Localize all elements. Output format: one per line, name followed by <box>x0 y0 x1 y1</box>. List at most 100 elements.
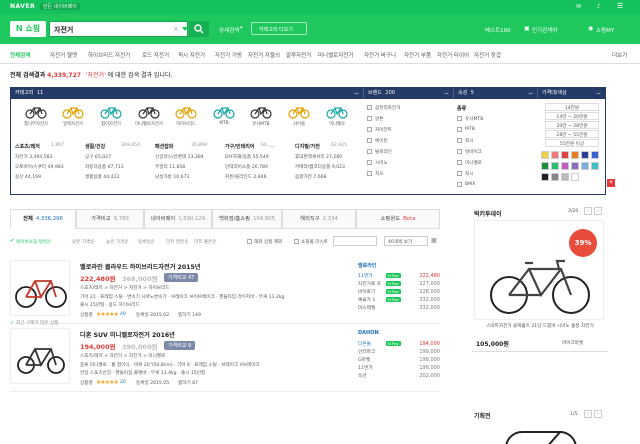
zzim-button[interactable]: 찜하기 149 <box>178 312 201 318</box>
npay-rank-label[interactable]: 네이버쇼핑 랭킹순 <box>16 239 51 245</box>
product-category-path[interactable]: 스포츠/레저 > 자전거 > 자전거 > 하이브리드 <box>80 285 169 291</box>
price-range-button[interactable]: 14만원 <box>545 103 599 111</box>
attr-label[interactable]: 유사MTB <box>465 116 483 122</box>
attr-label[interactable]: 픽시 <box>465 171 473 177</box>
category-sub-item[interactable]: 오토바이/스쿠터 49,983 <box>15 164 64 170</box>
category-sub-item[interactable]: 커튼/블라인드 2,846 <box>225 174 267 180</box>
mall-name[interactable]: G마켓 <box>358 357 370 363</box>
category-tab[interactable]: 알루자전거 <box>286 51 311 59</box>
attr-checkbox[interactable] <box>457 171 462 176</box>
filter-close-button[interactable]: + <box>607 179 615 187</box>
grid-view-icon[interactable]: ▦ <box>431 237 437 244</box>
bike-type-item[interactable]: 일렉자전거 <box>56 105 90 131</box>
category-group-title[interactable]: 스포츠/레저 <box>15 143 40 150</box>
mall-name[interactable]: 11번가 <box>358 365 373 371</box>
color-swatch[interactable] <box>571 151 579 159</box>
color-swatch[interactable] <box>571 173 579 181</box>
lucky-item-card[interactable]: 39% <box>474 220 604 320</box>
shopping-logo[interactable]: N 쇼핑 <box>10 21 46 37</box>
mall-brand[interactable]: DAHON <box>358 330 379 336</box>
category-sub-item[interactable]: 자전거 3,494,583 <box>15 154 53 160</box>
search-button[interactable] <box>189 21 209 37</box>
collapse-icon[interactable]: − <box>354 88 359 99</box>
category-sub-item[interactable]: 인테리어소품 26,780 <box>225 164 268 170</box>
event-link[interactable]: 인기검색어 <box>532 26 557 34</box>
category-tab[interactable]: 로드 자전거 <box>142 51 169 59</box>
color-swatch[interactable] <box>551 173 559 181</box>
price-range-button[interactable]: 14만 ~ 20만원 <box>545 112 599 120</box>
color-swatch[interactable] <box>541 151 549 159</box>
attr-checkbox[interactable] <box>457 116 462 121</box>
sort-option[interactable]: 높은 가격순 <box>106 239 129 245</box>
category-sub-item[interactable]: 선글라스/안경테 13,384 <box>155 154 204 160</box>
attr-checkbox[interactable] <box>457 127 462 132</box>
category-sub-item[interactable]: 주얼리 11,858 <box>155 164 185 170</box>
color-swatch[interactable] <box>581 151 589 159</box>
category-tab[interactable]: 자전거 부품 <box>404 51 431 59</box>
category-group-title[interactable]: 디지털/가전 <box>295 143 320 150</box>
naver-logo[interactable]: NAVER <box>10 3 35 10</box>
brand-checkbox[interactable] <box>367 149 372 154</box>
bell-icon[interactable]: ♪ <box>597 3 601 10</box>
brand-checkbox[interactable] <box>367 138 372 143</box>
brand-checkbox[interactable] <box>367 105 372 110</box>
color-swatch[interactable] <box>541 173 549 181</box>
product-image[interactable] <box>10 260 70 316</box>
sort-option[interactable]: 낮은 가격순 <box>72 239 95 245</box>
attr-label[interactable]: MTB <box>465 127 475 132</box>
bike-type-item[interactable]: 사이클 <box>282 105 316 131</box>
product-title[interactable]: 다혼 SUV 미니벨로자전거 2016년 <box>80 330 175 339</box>
attr-checkbox[interactable] <box>457 182 462 187</box>
category-tab[interactable]: 픽시 자전거 <box>178 51 205 59</box>
color-swatch[interactable] <box>541 162 549 170</box>
category-more-button[interactable]: 카테고리 더보기 <box>251 22 307 35</box>
bike-type-item[interactable]: 미니벨로 <box>320 105 354 131</box>
category-tab[interactable]: 하이브리드 자전거 <box>88 51 130 59</box>
attr-label[interactable]: 미니벨로 <box>465 160 482 166</box>
chevron-down-icon[interactable] <box>182 27 188 31</box>
product-row[interactable]: 다혼 SUV 미니벨로자전거 2016년 194,000원 390,000원 가격비교… <box>10 324 440 392</box>
sort-option[interactable]: 등록일순 <box>138 239 155 245</box>
price-range-button[interactable]: 20만 ~ 28만원 <box>545 121 599 129</box>
review-count[interactable]: 20 <box>120 380 126 385</box>
sort-option[interactable]: 리뷰 많은순 <box>166 239 189 245</box>
mall-name[interactable]: 자전거로 호 <box>358 281 381 287</box>
mall-list-checkbox[interactable] <box>294 239 299 244</box>
clear-icon[interactable]: × <box>173 25 179 33</box>
brand-checkbox[interactable] <box>367 127 372 132</box>
category-tab[interactable]: 자전거 타이어 <box>437 51 469 59</box>
tab-0[interactable]: 전체 4,336,296 <box>10 209 76 229</box>
product-image[interactable] <box>10 328 70 384</box>
category-tab[interactable]: 전체검색 <box>10 51 30 59</box>
tab-1[interactable]: 가격비교 9,789 <box>76 209 144 229</box>
color-swatch[interactable] <box>591 151 599 159</box>
attr-checkbox[interactable] <box>457 138 462 143</box>
color-swatch[interactable] <box>551 162 559 170</box>
color-swatch[interactable] <box>561 151 569 159</box>
bike-type-item[interactable]: 미니벨로자전거 <box>132 105 166 131</box>
product-title[interactable]: 벨로라인 클라우드 하이브리드자전거 2015년 <box>80 262 200 271</box>
category-sub-item[interactable]: 용산 44,199 <box>15 174 41 180</box>
compare-badge[interactable]: 가격비교 9 <box>164 341 196 350</box>
special-bike-image[interactable] <box>486 422 596 444</box>
category-tab[interactable]: 자전거 바구니 <box>364 51 396 59</box>
mall-name[interactable]: 옥션 <box>358 373 367 379</box>
attr-checkbox[interactable] <box>457 149 462 154</box>
tab-3[interactable]: 백화점/홈쇼핑 104,805 <box>212 209 282 229</box>
lucky-mall[interactable]: 바이크마켓 <box>562 340 583 346</box>
mall-brand[interactable]: 벨로라인 <box>358 262 376 269</box>
mall-name[interactable]: 예술가 1 <box>358 297 375 303</box>
bike-type-item[interactable]: MTB <box>207 105 241 131</box>
lucky-desc[interactable]: 스마트자전거 블랙홀츠 21단 드롭바 시마노 통풍 자전거 <box>476 323 604 330</box>
menu-icon[interactable]: ☰ <box>617 2 623 10</box>
attr-checkbox[interactable] <box>457 160 462 165</box>
price-collapse-icon[interactable]: − <box>596 88 601 99</box>
category-tab[interactable]: 자전거 장갑 <box>474 51 501 59</box>
search-input[interactable] <box>54 24 164 35</box>
tab-2[interactable]: 네이버페이 1,590,129 <box>144 209 212 229</box>
shopping-my-link[interactable]: 쇼핑MY <box>596 26 614 34</box>
tab-4[interactable]: 해외직구 2,334 <box>282 209 356 229</box>
bike-type-item[interactable]: 통나무자전거 <box>19 105 53 131</box>
category-tab[interactable]: 미니벨로자전거 <box>318 51 353 59</box>
brand-checkbox[interactable] <box>367 160 372 165</box>
